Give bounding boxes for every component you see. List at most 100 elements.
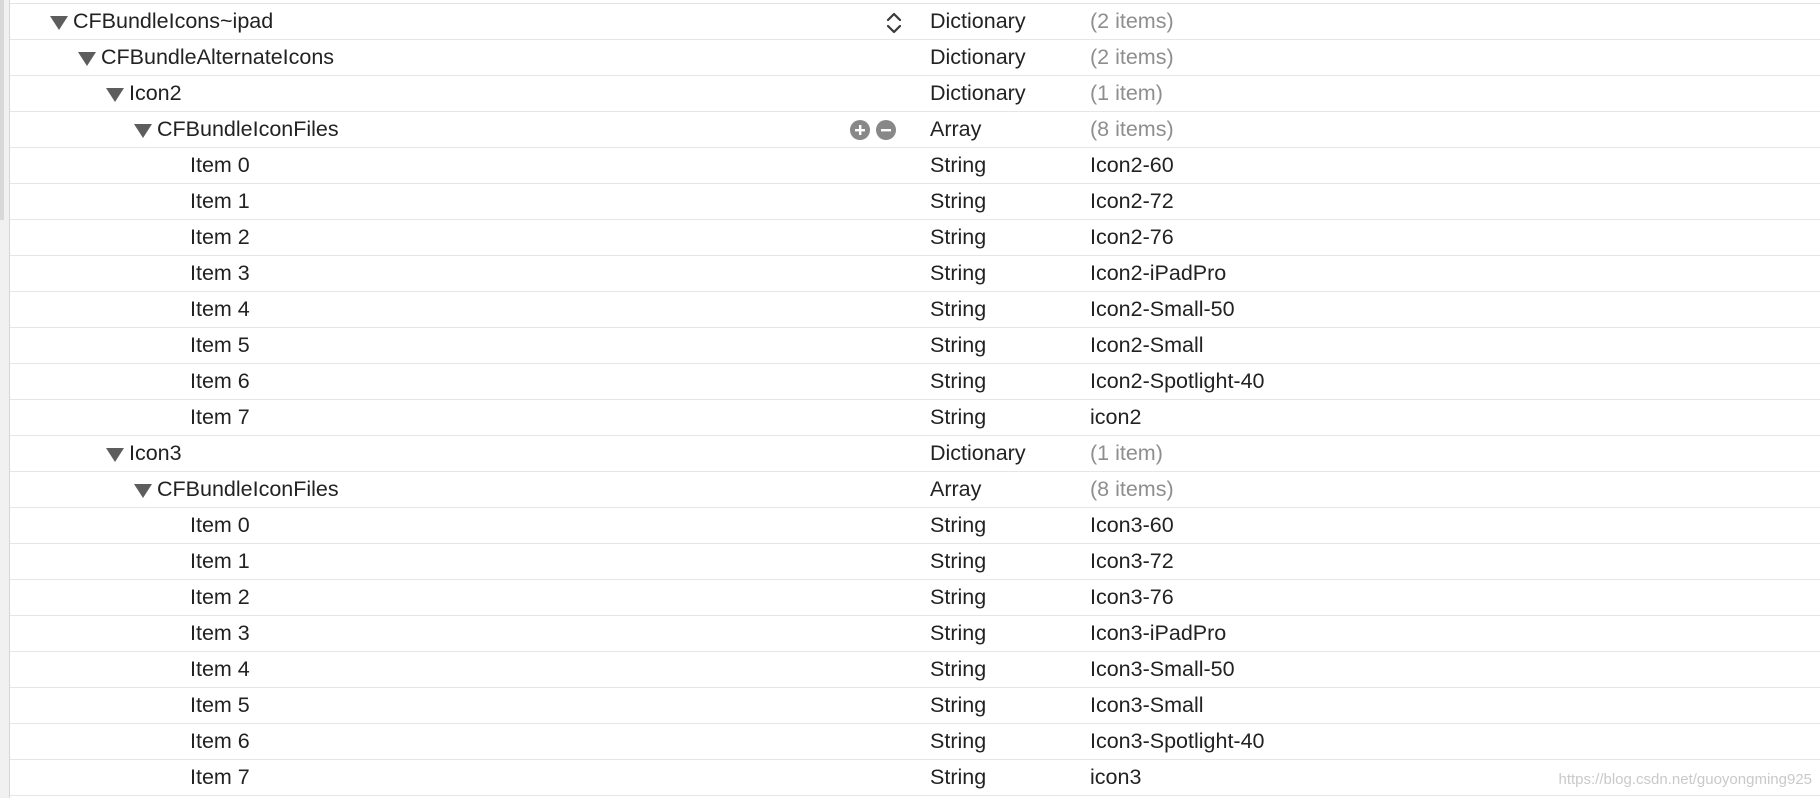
plist-row-cfbundleicons-ipad[interactable]: CFBundleIcons~ipad Dictionary (2 items) (10, 4, 1820, 40)
row-value[interactable]: Icon2-Small (1090, 328, 1204, 363)
row-key-label: Item 0 (190, 513, 250, 537)
row-type[interactable]: String (930, 580, 986, 615)
row-type[interactable]: String (930, 148, 986, 183)
row-value: (2 items) (1090, 9, 1174, 33)
row-value: (8 items) (1090, 117, 1174, 141)
row-key[interactable]: Item 7 (190, 760, 250, 795)
row-type[interactable]: String (930, 184, 986, 219)
row-key-label: Item 5 (190, 333, 250, 357)
row-value[interactable]: Icon3-60 (1090, 508, 1174, 543)
row-key[interactable]: Item 5 (190, 688, 250, 723)
row-type[interactable]: String (930, 544, 986, 579)
row-value[interactable]: Icon3-iPadPro (1090, 616, 1226, 651)
row-value[interactable]: icon2 (1090, 400, 1141, 435)
row-key[interactable]: Item 2 (190, 580, 250, 615)
row-type[interactable]: String (930, 508, 986, 543)
row-type[interactable]: String (930, 400, 986, 435)
row-key[interactable]: Item 3 (190, 256, 250, 291)
row-value[interactable]: icon3 (1090, 760, 1141, 795)
plist-row-cfbundlealternateicons[interactable]: CFBundleAlternateIcons Dictionary (2 items… (10, 40, 1820, 76)
row-type[interactable]: String (930, 760, 986, 795)
plist-row-item-3[interactable]: Item 3 String Icon3-iPadPro (10, 616, 1820, 652)
row-key[interactable]: Item 1 (190, 544, 250, 579)
plist-row-item-1[interactable]: Item 1 String Icon3-72 (10, 544, 1820, 580)
plist-row-cfbundleiconfiles[interactable]: CFBundleIconFiles Array (8 items) (10, 472, 1820, 508)
row-type[interactable]: Dictionary (930, 76, 1026, 111)
row-key-label: Item 2 (190, 225, 250, 249)
row-key[interactable]: Item 1 (190, 184, 250, 219)
row-key[interactable]: CFBundleIconFiles (134, 472, 339, 507)
row-key[interactable]: Item 7 (190, 400, 250, 435)
disclosure-triangle-icon[interactable] (106, 87, 124, 102)
disclosure-triangle-icon[interactable] (106, 447, 124, 462)
row-type[interactable]: String (930, 292, 986, 327)
row-type[interactable]: String (930, 328, 986, 363)
row-value[interactable]: Icon3-Small (1090, 688, 1204, 723)
row-value[interactable]: Icon3-76 (1090, 580, 1174, 615)
plist-row-item-4[interactable]: Item 4 String Icon2-Small-50 (10, 292, 1820, 328)
row-type[interactable]: Dictionary (930, 436, 1026, 471)
row-key[interactable]: Item 2 (190, 220, 250, 255)
plist-row-item-3[interactable]: Item 3 String Icon2-iPadPro (10, 256, 1820, 292)
plist-row-item-4[interactable]: Item 4 String Icon3-Small-50 (10, 652, 1820, 688)
row-key[interactable]: CFBundleIconFiles (134, 112, 339, 147)
row-value[interactable]: Icon3-Spotlight-40 (1090, 724, 1265, 759)
row-key[interactable]: Icon3 (106, 436, 182, 471)
plist-row-item-2[interactable]: Item 2 String Icon3-76 (10, 580, 1820, 616)
disclosure-triangle-icon[interactable] (78, 51, 96, 66)
row-value[interactable]: Icon2-60 (1090, 148, 1174, 183)
row-type[interactable]: String (930, 724, 986, 759)
row-key[interactable]: Item 0 (190, 148, 250, 183)
row-key[interactable]: Icon2 (106, 76, 182, 111)
add-icon[interactable] (850, 119, 870, 140)
disclosure-triangle-icon[interactable] (134, 483, 152, 498)
row-key[interactable]: Item 5 (190, 328, 250, 363)
plist-row-icon3[interactable]: Icon3 Dictionary (1 item) (10, 436, 1820, 472)
row-key-label: Item 3 (190, 261, 250, 285)
row-type[interactable]: Dictionary (930, 4, 1026, 39)
row-value[interactable]: Icon3-72 (1090, 544, 1174, 579)
row-type[interactable]: String (930, 220, 986, 255)
row-type[interactable]: Dictionary (930, 40, 1026, 75)
remove-icon[interactable] (876, 119, 896, 140)
plist-row-item-5[interactable]: Item 5 String Icon2-Small (10, 328, 1820, 364)
row-type[interactable]: String (930, 688, 986, 723)
row-type[interactable]: String (930, 616, 986, 651)
row-key[interactable]: Item 0 (190, 508, 250, 543)
row-key[interactable]: Item 3 (190, 616, 250, 651)
row-key[interactable]: Item 4 (190, 292, 250, 327)
row-value[interactable]: Icon3-Small-50 (1090, 652, 1235, 687)
row-type[interactable]: String (930, 256, 986, 291)
row-key-label: Item 2 (190, 585, 250, 609)
plist-row-item-1[interactable]: Item 1 String Icon2-72 (10, 184, 1820, 220)
row-key[interactable]: CFBundleAlternateIcons (78, 40, 334, 75)
row-type[interactable]: String (930, 364, 986, 399)
plist-row-icon2[interactable]: Icon2 Dictionary (1 item) (10, 76, 1820, 112)
row-type[interactable]: Array (930, 472, 981, 507)
plist-row-cfbundleiconfiles[interactable]: CFBundleIconFiles Array (8 items) (10, 112, 1820, 148)
plist-row-item-6[interactable]: Item 6 String Icon2-Spotlight-40 (10, 364, 1820, 400)
row-type[interactable]: String (930, 652, 986, 687)
type-stepper-icon[interactable] (883, 9, 905, 37)
row-key[interactable]: Item 4 (190, 652, 250, 687)
row-value[interactable]: Icon2-76 (1090, 220, 1174, 255)
plist-row-item-2[interactable]: Item 2 String Icon2-76 (10, 220, 1820, 256)
plist-row-item-0[interactable]: Item 0 String Icon2-60 (10, 148, 1820, 184)
row-key[interactable]: CFBundleIcons~ipad (50, 4, 273, 39)
row-key[interactable]: Item 6 (190, 364, 250, 399)
row-value[interactable]: Icon2-iPadPro (1090, 256, 1226, 291)
plist-row-item-5[interactable]: Item 5 String Icon3-Small (10, 688, 1820, 724)
row-value[interactable]: Icon2-Small-50 (1090, 292, 1235, 327)
row-value: (8 items) (1090, 477, 1174, 501)
plist-row-item-7[interactable]: Item 7 String icon2 (10, 400, 1820, 436)
plist-row-item-7[interactable]: Item 7 String icon3 (10, 760, 1820, 796)
disclosure-triangle-icon[interactable] (134, 123, 152, 138)
row-type[interactable]: Array (930, 112, 981, 147)
plist-row-item-6[interactable]: Item 6 String Icon3-Spotlight-40 (10, 724, 1820, 760)
row-key-label: CFBundleIconFiles (157, 477, 339, 501)
row-value[interactable]: Icon2-Spotlight-40 (1090, 364, 1265, 399)
row-value[interactable]: Icon2-72 (1090, 184, 1174, 219)
row-key[interactable]: Item 6 (190, 724, 250, 759)
plist-row-item-0[interactable]: Item 0 String Icon3-60 (10, 508, 1820, 544)
disclosure-triangle-icon[interactable] (50, 15, 68, 30)
